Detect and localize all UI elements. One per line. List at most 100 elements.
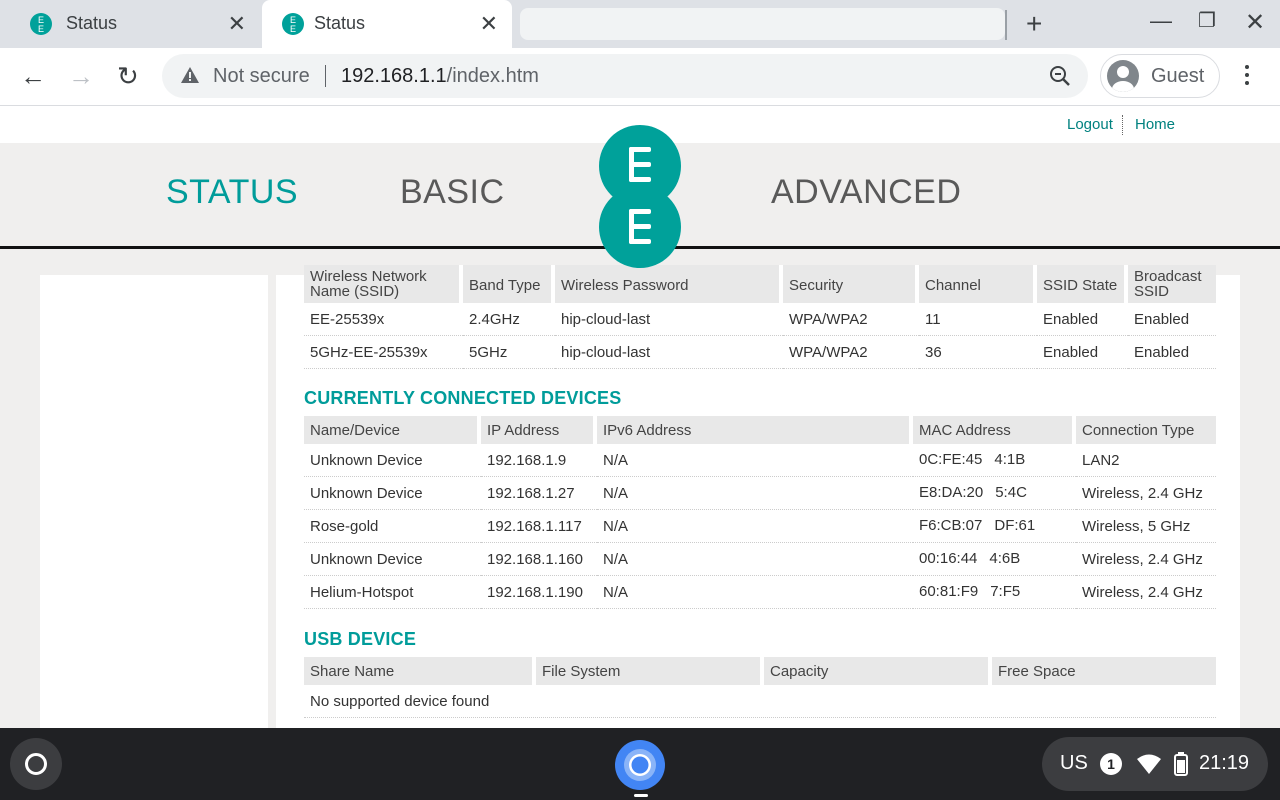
new-tab-icon[interactable]: + bbox=[1026, 8, 1042, 40]
svg-text:E: E bbox=[290, 24, 296, 34]
warning-icon bbox=[181, 67, 199, 83]
router-page: Logout Home STATUS BASIC ADVANCED Wirele… bbox=[0, 107, 1280, 728]
nav-status[interactable]: STATUS bbox=[166, 173, 298, 212]
empty-message: No supported device found bbox=[304, 685, 1216, 718]
back-icon[interactable]: ← bbox=[20, 61, 46, 91]
notification-badge[interactable]: 1 bbox=[1100, 753, 1122, 775]
restore-icon[interactable]: ❐ bbox=[1198, 8, 1216, 33]
tab-title: Status bbox=[314, 13, 366, 33]
connection-type-cell: Wireless, 5 GHz bbox=[1076, 510, 1216, 543]
broadcast-cell: Enabled bbox=[1128, 303, 1216, 336]
browser-tab[interactable]: EE Status ✕ bbox=[0, 0, 260, 48]
sidebar-panel bbox=[40, 275, 268, 728]
security-label: Not secure bbox=[213, 65, 310, 87]
usb-table: Share Name File System Capacity Free Spa… bbox=[304, 657, 1216, 718]
channel-cell: 36 bbox=[919, 336, 1037, 369]
close-tab-icon[interactable]: ✕ bbox=[228, 11, 246, 37]
col-header: Wireless Network Name (SSID) bbox=[304, 265, 463, 303]
logout-link[interactable]: Logout bbox=[1067, 116, 1113, 133]
col-header: Capacity bbox=[764, 657, 992, 685]
ip-cell: 192.168.1.9 bbox=[481, 444, 597, 477]
ee-favicon-icon: EE bbox=[282, 13, 304, 35]
ssid-state-cell: Enabled bbox=[1037, 303, 1128, 336]
profile-button[interactable]: Guest bbox=[1100, 54, 1220, 98]
home-link[interactable]: Home bbox=[1135, 116, 1175, 133]
band-cell: 2.4GHz bbox=[463, 303, 555, 336]
table-row: Unknown Device 192.168.1.160 N/A 00:16:4… bbox=[304, 543, 1216, 576]
tab-title: Status bbox=[66, 13, 118, 33]
table-row: EE-25539x 2.4GHz hip-cloud-last WPA/WPA2… bbox=[304, 303, 1216, 336]
connection-type-cell: LAN2 bbox=[1076, 444, 1216, 477]
col-header: File System bbox=[536, 657, 764, 685]
nav-advanced[interactable]: ADVANCED bbox=[771, 173, 961, 212]
col-header: Share Name bbox=[304, 657, 536, 685]
mac-cell: E8:DA:20 5:4C bbox=[913, 477, 1076, 510]
wifi-icon bbox=[1137, 754, 1161, 774]
omnibox-divider bbox=[325, 65, 326, 87]
url-text[interactable]: 192.168.1.1/index.htm bbox=[341, 65, 539, 88]
col-header: Connection Type bbox=[1076, 416, 1216, 444]
col-header: Name/Device bbox=[304, 416, 481, 444]
band-cell: 5GHz bbox=[463, 336, 555, 369]
table-header-row: Name/Device IP Address IPv6 Address MAC … bbox=[304, 416, 1216, 444]
ipv6-cell: N/A bbox=[597, 444, 913, 477]
password-cell: hip-cloud-last bbox=[555, 303, 783, 336]
security-cell: WPA/WPA2 bbox=[783, 336, 919, 369]
mac-cell: 0C:FE:45 4:1B bbox=[913, 444, 1076, 477]
col-header: MAC Address bbox=[913, 416, 1076, 444]
table-row: Unknown Device 192.168.1.27 N/A E8:DA:20… bbox=[304, 477, 1216, 510]
nav-basic[interactable]: BASIC bbox=[400, 173, 505, 212]
launcher-button[interactable] bbox=[10, 738, 62, 790]
broadcast-cell: Enabled bbox=[1128, 336, 1216, 369]
reload-icon[interactable]: ↻ bbox=[117, 61, 139, 91]
forward-icon[interactable]: → bbox=[68, 61, 94, 91]
ip-cell: 192.168.1.160 bbox=[481, 543, 597, 576]
url-host: 192.168.1.1 bbox=[341, 65, 447, 87]
content-panel: Wireless Network Name (SSID) Band Type W… bbox=[276, 265, 1240, 728]
ssid-cell: 5GHz-EE-25539x bbox=[304, 336, 463, 369]
close-window-icon[interactable]: ✕ bbox=[1245, 8, 1265, 37]
connection-type-cell: Wireless, 2.4 GHz bbox=[1076, 543, 1216, 576]
avatar-icon bbox=[1107, 60, 1139, 92]
ee-favicon-icon: EE bbox=[30, 13, 52, 35]
redacted-tab[interactable] bbox=[520, 8, 1005, 40]
clock[interactable]: 21:19 bbox=[1199, 752, 1249, 775]
ip-cell: 192.168.1.117 bbox=[481, 510, 597, 543]
connection-type-cell: Wireless, 2.4 GHz bbox=[1076, 477, 1216, 510]
col-header: Band Type bbox=[463, 265, 555, 303]
table-row: Helium-Hotspot 192.168.1.190 N/A 60:81:F… bbox=[304, 576, 1216, 609]
devices-heading: CURRENTLY CONNECTED DEVICES bbox=[304, 388, 622, 408]
ip-cell: 192.168.1.190 bbox=[481, 576, 597, 609]
profile-name: Guest bbox=[1151, 65, 1205, 87]
browser-tab-active[interactable]: EE Status ✕ bbox=[262, 0, 512, 48]
close-tab-icon[interactable]: ✕ bbox=[480, 11, 498, 37]
zoom-icon[interactable] bbox=[1048, 64, 1072, 88]
minimize-icon[interactable]: — bbox=[1150, 8, 1172, 34]
browser-toolbar: ← → ↻ Not secure 192.168.1.1/index.htm G… bbox=[0, 48, 1280, 106]
mac-cell: F6:CB:07 DF:61 bbox=[913, 510, 1076, 543]
password-cell: hip-cloud-last bbox=[555, 336, 783, 369]
table-header-row: Wireless Network Name (SSID) Band Type W… bbox=[304, 265, 1216, 303]
ipv6-cell: N/A bbox=[597, 510, 913, 543]
kebab-menu-icon[interactable] bbox=[1238, 62, 1256, 92]
status-tray[interactable]: US 1 21:19 bbox=[1042, 737, 1268, 791]
address-bar[interactable]: Not secure 192.168.1.1/index.htm bbox=[162, 54, 1088, 98]
col-header: Free Space bbox=[992, 657, 1216, 685]
input-method[interactable]: US bbox=[1060, 752, 1088, 775]
table-row: No supported device found bbox=[304, 685, 1216, 718]
ee-logo[interactable] bbox=[598, 125, 682, 269]
col-header: Security bbox=[783, 265, 919, 303]
table-row: Unknown Device 192.168.1.9 N/A 0C:FE:45 4… bbox=[304, 444, 1216, 477]
col-header: Broadcast SSID bbox=[1128, 265, 1216, 303]
tab-divider bbox=[1005, 10, 1007, 40]
device-name-cell: Helium-Hotspot bbox=[304, 576, 481, 609]
chrome-icon[interactable] bbox=[614, 739, 666, 791]
mac-cell: 60:81:F9 7:F5 bbox=[913, 576, 1076, 609]
device-name-cell: Unknown Device bbox=[304, 543, 481, 576]
table-header-row: Share Name File System Capacity Free Spa… bbox=[304, 657, 1216, 685]
table-row: Rose-gold 192.168.1.117 N/A F6:CB:07 DF:6… bbox=[304, 510, 1216, 543]
devices-table: Name/Device IP Address IPv6 Address MAC … bbox=[304, 416, 1216, 609]
battery-icon bbox=[1174, 752, 1188, 776]
device-name-cell: Unknown Device bbox=[304, 444, 481, 477]
col-header: SSID State bbox=[1037, 265, 1128, 303]
